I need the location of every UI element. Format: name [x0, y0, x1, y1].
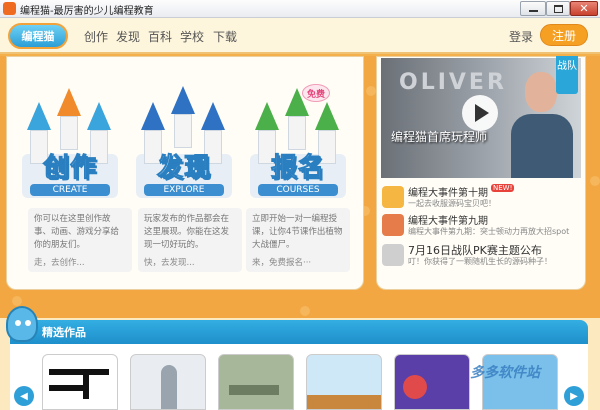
nav-item-download[interactable]: 下载	[213, 28, 237, 45]
feature-courses[interactable]: 报名 COURSES	[244, 62, 352, 198]
card-link[interactable]: 来，免费报名···	[252, 257, 344, 270]
news-item[interactable]: 编程大事件第九期 编程大事件第九期：突士顿动力再放大招spot	[382, 212, 582, 238]
nav-item-create[interactable]: 创作	[84, 28, 108, 45]
card-link[interactable]: 走，去创作...	[34, 257, 126, 270]
watermark: 多多软件站	[470, 365, 540, 381]
feature-explore[interactable]: 发现 EXPLORE	[130, 62, 238, 198]
card-description: 你可以在这里创作故事、动画、游戏分享给你的朋友们。	[34, 214, 120, 250]
card-link[interactable]: 快，去发现...	[144, 257, 236, 270]
maximize-icon	[553, 4, 563, 13]
free-badge: 免费	[302, 84, 330, 102]
mascot-icon	[6, 306, 38, 342]
news-title: 编程大事件第十期 NEW!	[408, 184, 515, 199]
news-subtitle: 编程大事件第九期：突士顿动力再放大招spot	[408, 227, 570, 236]
work-thumbnail[interactable]	[130, 354, 206, 410]
feature-label: 创作	[42, 153, 97, 184]
work-thumbnail[interactable]	[218, 354, 294, 410]
chevron-right-icon: ▶	[570, 390, 578, 402]
feature-sublabel: COURSES	[258, 184, 338, 196]
app-icon	[3, 2, 16, 15]
news-title: 编程大事件第九期	[408, 216, 488, 227]
title-bar: 编程猫-最厉害的少儿编程教育 ✕	[0, 0, 600, 18]
play-button[interactable]	[462, 95, 498, 131]
nav-item-explore[interactable]: 发现	[116, 28, 140, 45]
news-thumbnail	[382, 186, 404, 208]
showcase-next-button[interactable]: ▶	[564, 386, 584, 406]
close-button[interactable]: ✕	[570, 1, 598, 16]
play-icon	[474, 104, 489, 122]
close-icon: ✕	[579, 2, 589, 15]
top-navigation: 编程猫 创作 发现 百科 学校 下载 登录 注册	[0, 18, 600, 54]
showcase-title: 精选作品	[42, 326, 86, 339]
nav-item-school[interactable]: 学校	[180, 28, 204, 45]
work-thumbnail[interactable]	[42, 354, 118, 410]
video-caption: OLIVER	[399, 70, 507, 95]
feature-card-explore[interactable]: 玩家发布的作品都会在这里展现。你能在这发现一切好玩的。 快，去发现...	[138, 208, 242, 272]
news-thumbnail	[382, 244, 404, 266]
feature-sublabel: EXPLORE	[144, 184, 224, 196]
feature-card-create[interactable]: 你可以在这里创作故事、动画、游戏分享给你的朋友们。 走，去创作...	[28, 208, 132, 272]
team-tab[interactable]: 战队	[556, 56, 578, 94]
logo[interactable]: 编程猫	[8, 23, 68, 49]
nav-item-wiki[interactable]: 百科	[148, 28, 172, 45]
feature-label: 报名	[270, 153, 325, 184]
video-overlay-text: 编程猫首席玩程师	[391, 130, 488, 144]
showcase-prev-button[interactable]: ◀	[14, 386, 34, 406]
showcase-header	[10, 320, 588, 344]
news-subtitle: 一起去收服源码宝贝吧！	[408, 199, 496, 208]
card-description: 立即开始一对一编程授课，让你4节课作出植物大战僵尸。	[252, 214, 343, 250]
chevron-left-icon: ◀	[20, 390, 28, 402]
news-subtitle: 叮！你获得了一颗随机生长的源码种子！	[408, 257, 552, 266]
feature-label: 发现	[156, 153, 211, 184]
news-thumbnail	[382, 214, 404, 236]
new-badge: NEW!	[491, 184, 515, 192]
window-title: 编程猫-最厉害的少儿编程教育	[20, 6, 154, 17]
news-item[interactable]: 7月16日战队PK赛主题公布 叮！你获得了一颗随机生长的源码种子！	[382, 242, 582, 268]
work-thumbnail[interactable]	[394, 354, 470, 410]
login-link[interactable]: 登录	[509, 28, 533, 45]
work-thumbnail[interactable]	[306, 354, 382, 410]
maximize-button[interactable]	[546, 1, 570, 16]
minimize-button[interactable]	[520, 1, 546, 16]
feature-create[interactable]: 创作 CREATE	[16, 62, 124, 198]
minimize-icon	[528, 10, 538, 12]
feature-sublabel: CREATE	[30, 184, 110, 196]
card-description: 玩家发布的作品都会在这里展现。你能在这发现一切好玩的。	[144, 214, 230, 250]
feature-card-courses[interactable]: 立即开始一对一编程授课，让你4节课作出植物大战僵尸。 来，免费报名···	[246, 208, 350, 272]
register-button[interactable]: 注册	[540, 24, 588, 46]
news-item[interactable]: 编程大事件第十期 NEW! 一起去收服源码宝贝吧！	[382, 184, 582, 210]
